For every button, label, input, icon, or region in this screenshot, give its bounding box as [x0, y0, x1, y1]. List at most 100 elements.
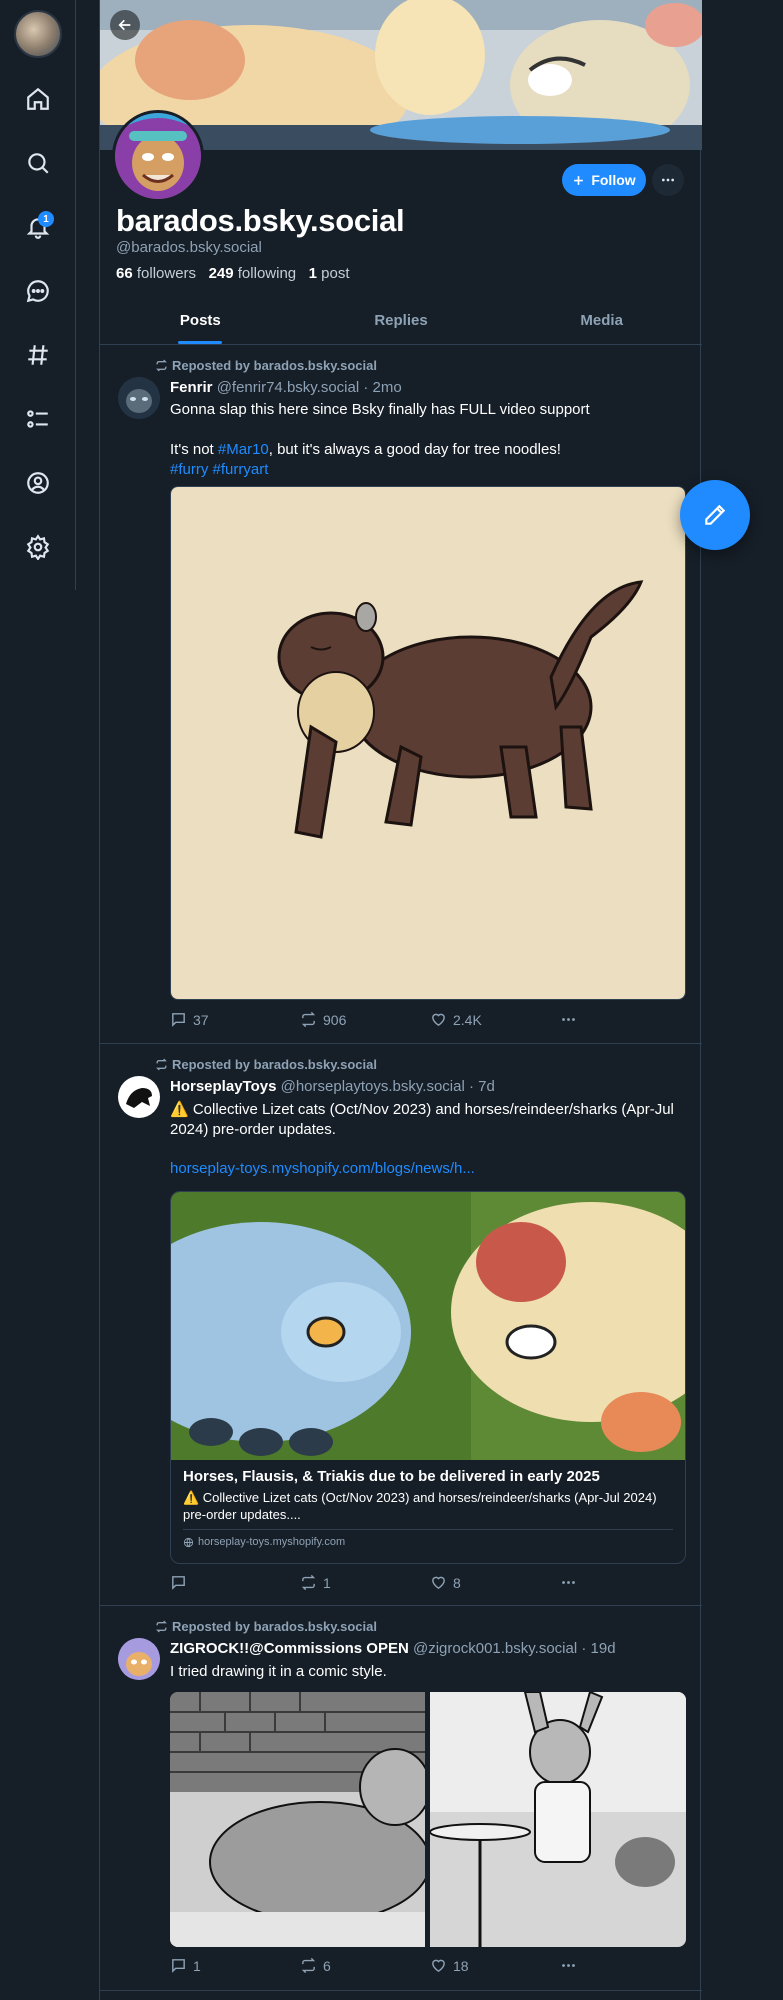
profile-more-button[interactable]	[652, 164, 684, 196]
post-link[interactable]: horseplay-toys.myshopify.com/blogs/news/…	[170, 1159, 686, 1179]
post-item[interactable]: Reposted by barados.bsky.social ZIGROCK!…	[100, 1606, 702, 1991]
post-text-line: Gonna slap this here since Bsky finally …	[170, 401, 590, 418]
heart-icon	[432, 1013, 445, 1027]
repost-icon	[301, 1011, 316, 1028]
post-author-name[interactable]: ZIGROCK!!@Commissions OPEN	[170, 1640, 409, 1657]
follow-button[interactable]: Follow	[562, 164, 646, 196]
ellipsis-icon	[562, 1964, 575, 1967]
plus-icon	[574, 175, 584, 185]
like-count: 18	[453, 1957, 469, 1974]
following-label[interactable]: following	[238, 265, 296, 282]
gear-icon[interactable]	[22, 531, 54, 563]
main-column: Follow barados.bsky.social @barados.bsky…	[99, 0, 702, 2000]
post-header: Fenrir @fenrir74.bsky.social · 2mo	[170, 379, 402, 396]
reply-icon	[172, 1013, 185, 1027]
back-button[interactable]	[110, 10, 140, 40]
post-video[interactable]	[170, 486, 686, 1000]
tab-media[interactable]: Media	[501, 300, 702, 344]
post-author-avatar[interactable]	[118, 1076, 160, 1118]
post-text: Gonna slap this here since Bsky finally …	[170, 400, 686, 480]
like-button[interactable]: 18	[430, 1957, 469, 1974]
like-button[interactable]: 8	[430, 1574, 461, 1591]
reply-button[interactable]	[170, 1574, 193, 1591]
followers-count[interactable]: 66	[116, 265, 133, 282]
post-author-name[interactable]: HorseplayToys	[170, 1078, 276, 1095]
followers-label[interactable]: followers	[137, 265, 196, 282]
tab-replies[interactable]: Replies	[301, 300, 502, 344]
profile-handle: @barados.bsky.social	[116, 239, 262, 256]
post-time[interactable]: · 7d	[469, 1078, 495, 1095]
post-item[interactable]: Reposted by barados.bsky.social Fenrir @…	[100, 345, 702, 1044]
chat-icon[interactable]	[22, 275, 54, 307]
like-count: 8	[453, 1574, 461, 1591]
repost-icon	[301, 1957, 316, 1974]
repost-label[interactable]: Reposted by barados.bsky.social	[172, 358, 377, 373]
repost-label[interactable]: Reposted by barados.bsky.social	[172, 1057, 377, 1072]
repost-count: 6	[323, 1957, 331, 1974]
hashtag-link[interactable]: #Mar10	[218, 441, 269, 458]
post-actions: 1 8	[170, 1574, 590, 1594]
ellipsis-icon	[562, 1581, 575, 1584]
home-icon[interactable]	[22, 83, 54, 115]
post-actions: 37 906 2.4K	[170, 1011, 590, 1031]
repost-icon	[156, 1620, 167, 1633]
card-description: ⚠️ Collective Lizet cats (Oct/Nov 2023) …	[183, 1490, 657, 1522]
hash-icon[interactable]	[22, 339, 54, 371]
repost-icon	[156, 1058, 167, 1071]
ellipsis-icon	[562, 1018, 575, 1021]
profile-avatar[interactable]	[112, 110, 204, 202]
repost-button[interactable]: 1	[300, 1574, 331, 1591]
profile-display-name: barados.bsky.social	[116, 203, 405, 238]
posts-count: 1	[308, 265, 317, 282]
reply-button[interactable]: 37	[170, 1011, 209, 1028]
post-more-button[interactable]	[560, 1957, 577, 1974]
post-author-avatar[interactable]	[118, 377, 160, 419]
profile-icon[interactable]	[22, 467, 54, 499]
user-avatar[interactable]	[14, 10, 62, 58]
post-item[interactable]: Reposted by barados.bsky.social Horsepla…	[100, 1044, 702, 1606]
post-text-segment: It's not	[170, 441, 218, 458]
post-author-handle[interactable]: @zigrock001.bsky.social	[413, 1640, 577, 1657]
link-preview-card[interactable]: Horses, Flausis, & Triakis due to be del…	[170, 1191, 686, 1564]
arrow-left-icon	[118, 19, 131, 31]
card-domain: horseplay-toys.myshopify.com	[183, 1529, 673, 1556]
compose-icon	[705, 504, 726, 525]
reply-icon	[172, 1959, 185, 1973]
repost-icon	[301, 1574, 316, 1591]
post-author-name[interactable]: Fenrir	[170, 379, 213, 396]
search-icon[interactable]	[22, 147, 54, 179]
post-header: HorseplayToys @horseplaytoys.bsky.social…	[170, 1078, 495, 1095]
tab-posts[interactable]: Posts	[100, 300, 301, 344]
like-button[interactable]: 2.4K	[430, 1011, 482, 1028]
posts-label: post	[321, 265, 350, 282]
post-author-handle[interactable]: @fenrir74.bsky.social	[217, 379, 360, 396]
reply-button[interactable]: 1	[170, 1957, 201, 1974]
repost-count: 906	[323, 1011, 347, 1028]
repost-label[interactable]: Reposted by barados.bsky.social	[172, 1619, 377, 1634]
post-author-handle[interactable]: @horseplaytoys.bsky.social	[281, 1078, 465, 1095]
left-nav: 1	[0, 0, 76, 590]
following-count[interactable]: 249	[209, 265, 234, 282]
repost-button[interactable]: 6	[300, 1957, 331, 1974]
profile-tabs: Posts Replies Media	[100, 300, 702, 345]
post-author-avatar[interactable]	[118, 1638, 160, 1680]
post-image[interactable]	[430, 1692, 686, 1947]
post-text: I tried drawing it in a comic style.	[170, 1663, 387, 1680]
post-time[interactable]: · 19d	[581, 1640, 615, 1657]
compose-button[interactable]	[680, 480, 750, 550]
post-header: ZIGROCK!!@Commissions OPEN @zigrock001.b…	[170, 1640, 616, 1657]
post-image[interactable]	[170, 1692, 425, 1947]
reply-count: 1	[193, 1957, 201, 1974]
post-more-button[interactable]	[560, 1574, 577, 1591]
hashtag-links[interactable]: #furry #furryart	[170, 460, 686, 480]
repost-indicator: Reposted by barados.bsky.social	[155, 1057, 377, 1072]
post-time[interactable]: · 2mo	[363, 379, 401, 396]
bell-icon[interactable]: 1	[22, 211, 54, 243]
post-more-button[interactable]	[560, 1011, 577, 1028]
card-image	[171, 1192, 685, 1460]
repost-button[interactable]: 906	[300, 1011, 346, 1028]
card-title: Horses, Flausis, & Triakis due to be del…	[183, 1468, 600, 1485]
list-icon[interactable]	[22, 403, 54, 435]
follow-label: Follow	[591, 172, 636, 188]
ellipsis-icon	[662, 178, 674, 182]
